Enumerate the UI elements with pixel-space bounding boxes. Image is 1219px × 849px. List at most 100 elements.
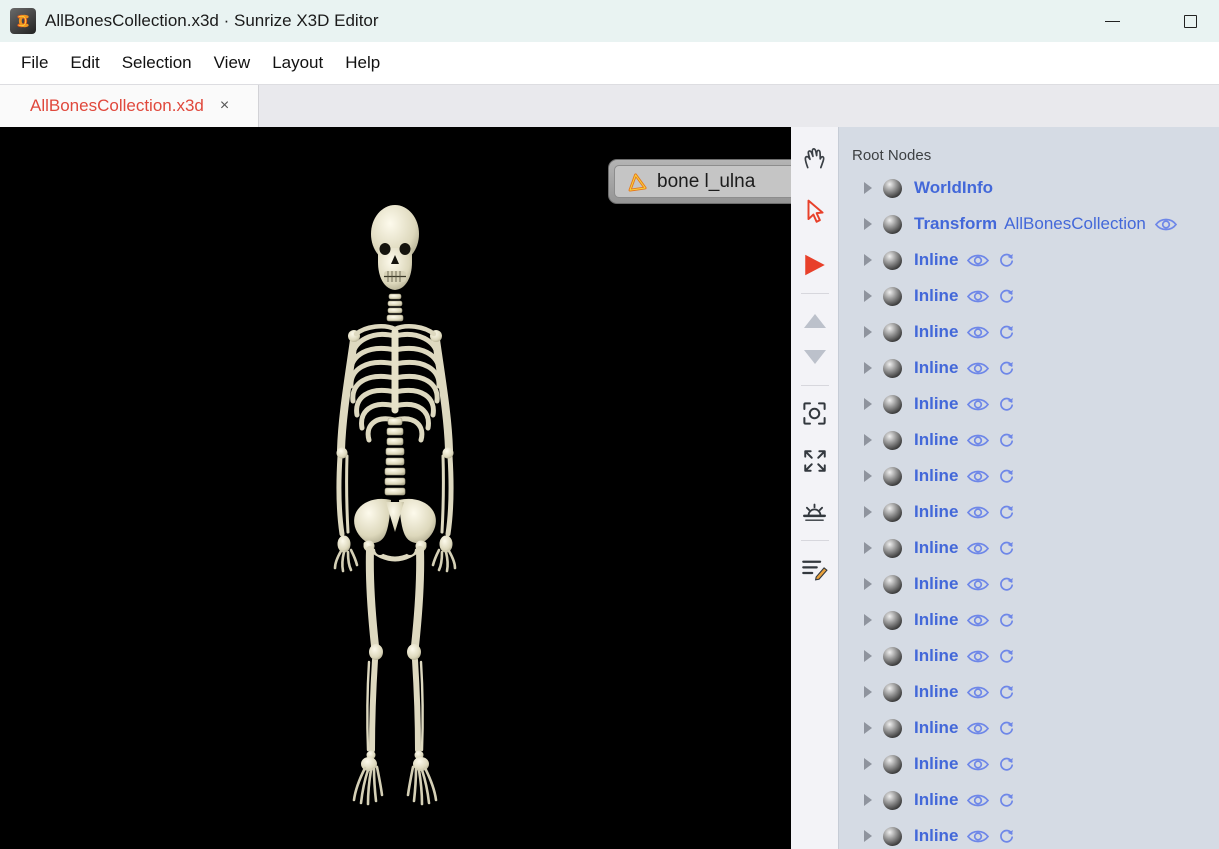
node-name-label[interactable]: AllBonesCollection xyxy=(1004,214,1146,234)
visibility-eye-icon[interactable] xyxy=(967,541,989,556)
expand-arrow-icon[interactable] xyxy=(864,182,872,194)
expand-arrow-icon[interactable] xyxy=(864,686,872,698)
tree-node-row[interactable]: WorldInfo xyxy=(839,170,1219,206)
expand-arrow-icon[interactable] xyxy=(864,506,872,518)
menu-item[interactable]: File xyxy=(10,47,59,79)
tree-node-row[interactable]: Inline xyxy=(839,242,1219,278)
viewport-3d[interactable]: bone l_ulna xyxy=(0,127,791,849)
expand-arrow-icon[interactable] xyxy=(864,470,872,482)
reload-icon[interactable] xyxy=(998,540,1015,557)
node-type-label[interactable]: Inline xyxy=(914,574,958,594)
node-type-label[interactable]: Inline xyxy=(914,394,958,414)
reload-icon[interactable] xyxy=(998,468,1015,485)
expand-arrow-icon[interactable] xyxy=(864,614,872,626)
visibility-eye-icon[interactable] xyxy=(1155,217,1177,232)
visibility-eye-icon[interactable] xyxy=(967,325,989,340)
visibility-eye-icon[interactable] xyxy=(967,505,989,520)
node-type-label[interactable]: Inline xyxy=(914,826,958,846)
node-type-label[interactable]: Inline xyxy=(914,250,958,270)
move-down-button[interactable] xyxy=(799,342,831,372)
node-type-label[interactable]: Inline xyxy=(914,502,958,522)
reload-icon[interactable] xyxy=(998,432,1015,449)
menu-item[interactable]: Help xyxy=(334,47,391,79)
visibility-eye-icon[interactable] xyxy=(967,361,989,376)
node-type-label[interactable]: Inline xyxy=(914,790,958,810)
expand-arrow-icon[interactable] xyxy=(864,218,872,230)
node-type-label[interactable]: Transform xyxy=(914,214,997,234)
tree-node-row[interactable]: Inline xyxy=(839,710,1219,746)
node-type-label[interactable]: Inline xyxy=(914,538,958,558)
tree-node-row[interactable]: Inline xyxy=(839,530,1219,566)
tree-node-row[interactable]: Inline xyxy=(839,818,1219,849)
reload-icon[interactable] xyxy=(998,396,1015,413)
expand-arrow-icon[interactable] xyxy=(864,398,872,410)
node-type-label[interactable]: Inline xyxy=(914,754,958,774)
visibility-eye-icon[interactable] xyxy=(967,289,989,304)
reload-icon[interactable] xyxy=(998,252,1015,269)
node-type-label[interactable]: Inline xyxy=(914,466,958,486)
expand-arrow-icon[interactable] xyxy=(864,254,872,266)
visibility-eye-icon[interactable] xyxy=(967,685,989,700)
visibility-eye-icon[interactable] xyxy=(967,577,989,592)
move-up-button[interactable] xyxy=(799,306,831,336)
reload-icon[interactable] xyxy=(998,360,1015,377)
node-type-label[interactable]: Inline xyxy=(914,286,958,306)
menu-item[interactable]: Selection xyxy=(111,47,203,79)
tree-node-row[interactable]: Inline xyxy=(839,350,1219,386)
focus-selection-button[interactable] xyxy=(799,398,831,428)
reload-icon[interactable] xyxy=(998,288,1015,305)
tree-node-row[interactable]: Inline xyxy=(839,566,1219,602)
reload-icon[interactable] xyxy=(998,576,1015,593)
reload-icon[interactable] xyxy=(998,756,1015,773)
sunrise-environment-button[interactable] xyxy=(799,496,831,526)
expand-arrow-icon[interactable] xyxy=(864,758,872,770)
select-arrow-tool[interactable] xyxy=(799,196,831,226)
play-button[interactable] xyxy=(799,250,831,280)
maximize-button[interactable] xyxy=(1175,6,1205,36)
node-type-label[interactable]: WorldInfo xyxy=(914,178,993,198)
node-type-label[interactable]: Inline xyxy=(914,430,958,450)
tree-node-row[interactable]: Inline xyxy=(839,746,1219,782)
visibility-eye-icon[interactable] xyxy=(967,433,989,448)
tree-node-row[interactable]: Inline xyxy=(839,278,1219,314)
tree-node-row[interactable]: Inline xyxy=(839,422,1219,458)
tree-node-row[interactable]: Inline xyxy=(839,602,1219,638)
reload-icon[interactable] xyxy=(998,720,1015,737)
expand-arrow-icon[interactable] xyxy=(864,794,872,806)
visibility-eye-icon[interactable] xyxy=(967,613,989,628)
tab-allbonescollection[interactable]: AllBonesCollection.x3d × xyxy=(0,85,259,127)
skeleton-model[interactable] xyxy=(296,202,496,827)
visibility-eye-icon[interactable] xyxy=(967,397,989,412)
edit-script-button[interactable] xyxy=(799,553,831,583)
tree-node-row[interactable]: Inline xyxy=(839,638,1219,674)
fit-view-button[interactable] xyxy=(799,446,831,476)
node-type-label[interactable]: Inline xyxy=(914,718,958,738)
expand-arrow-icon[interactable] xyxy=(864,578,872,590)
tree-node-row[interactable]: Transform AllBonesCollection xyxy=(839,206,1219,242)
tree-node-row[interactable]: Inline xyxy=(839,386,1219,422)
reload-icon[interactable] xyxy=(998,684,1015,701)
tree-node-row[interactable]: Inline xyxy=(839,458,1219,494)
menu-item[interactable]: View xyxy=(203,47,262,79)
reload-icon[interactable] xyxy=(998,612,1015,629)
minimize-button[interactable] xyxy=(1097,6,1127,36)
expand-arrow-icon[interactable] xyxy=(864,362,872,374)
tree-node-row[interactable]: Inline xyxy=(839,314,1219,350)
reload-icon[interactable] xyxy=(998,324,1015,341)
expand-arrow-icon[interactable] xyxy=(864,650,872,662)
expand-arrow-icon[interactable] xyxy=(864,434,872,446)
node-type-label[interactable]: Inline xyxy=(914,610,958,630)
node-type-label[interactable]: Inline xyxy=(914,682,958,702)
node-type-label[interactable]: Inline xyxy=(914,358,958,378)
visibility-eye-icon[interactable] xyxy=(967,757,989,772)
tree-node-row[interactable]: Inline xyxy=(839,782,1219,818)
visibility-eye-icon[interactable] xyxy=(967,469,989,484)
visibility-eye-icon[interactable] xyxy=(967,721,989,736)
menu-item[interactable]: Edit xyxy=(59,47,110,79)
visibility-eye-icon[interactable] xyxy=(967,649,989,664)
node-type-label[interactable]: Inline xyxy=(914,322,958,342)
visibility-eye-icon[interactable] xyxy=(967,253,989,268)
expand-arrow-icon[interactable] xyxy=(864,542,872,554)
hand-pan-tool[interactable] xyxy=(799,142,831,172)
expand-arrow-icon[interactable] xyxy=(864,326,872,338)
